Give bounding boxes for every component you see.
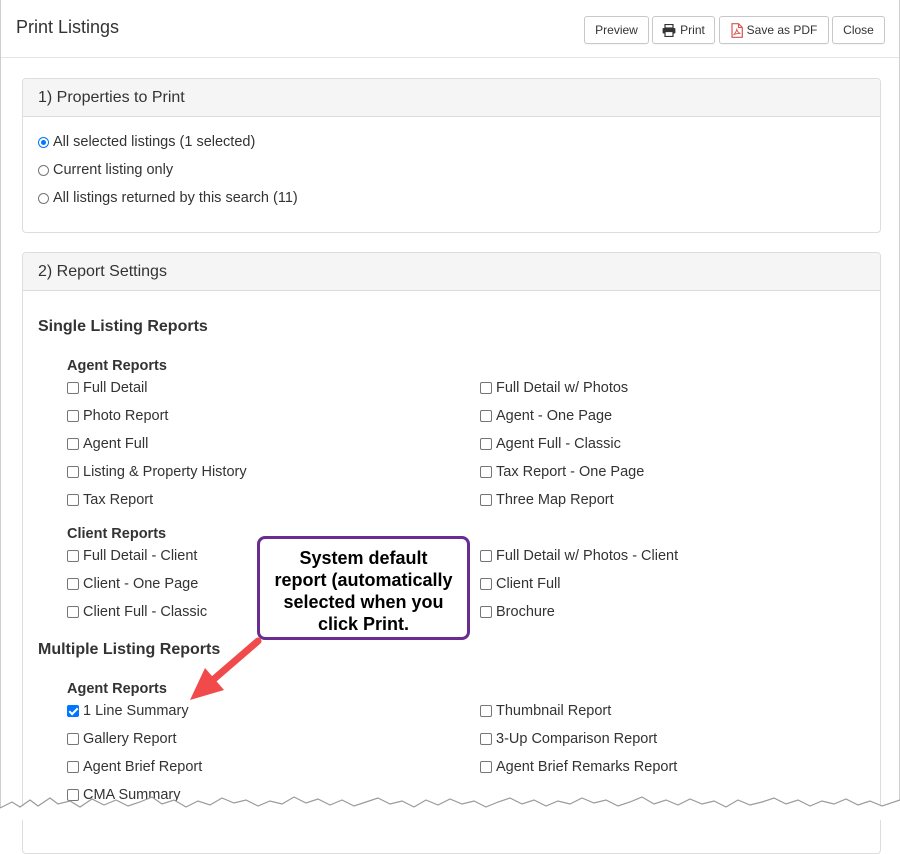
annotation-arrow-icon — [190, 637, 262, 700]
torn-edge-decoration — [0, 796, 900, 820]
